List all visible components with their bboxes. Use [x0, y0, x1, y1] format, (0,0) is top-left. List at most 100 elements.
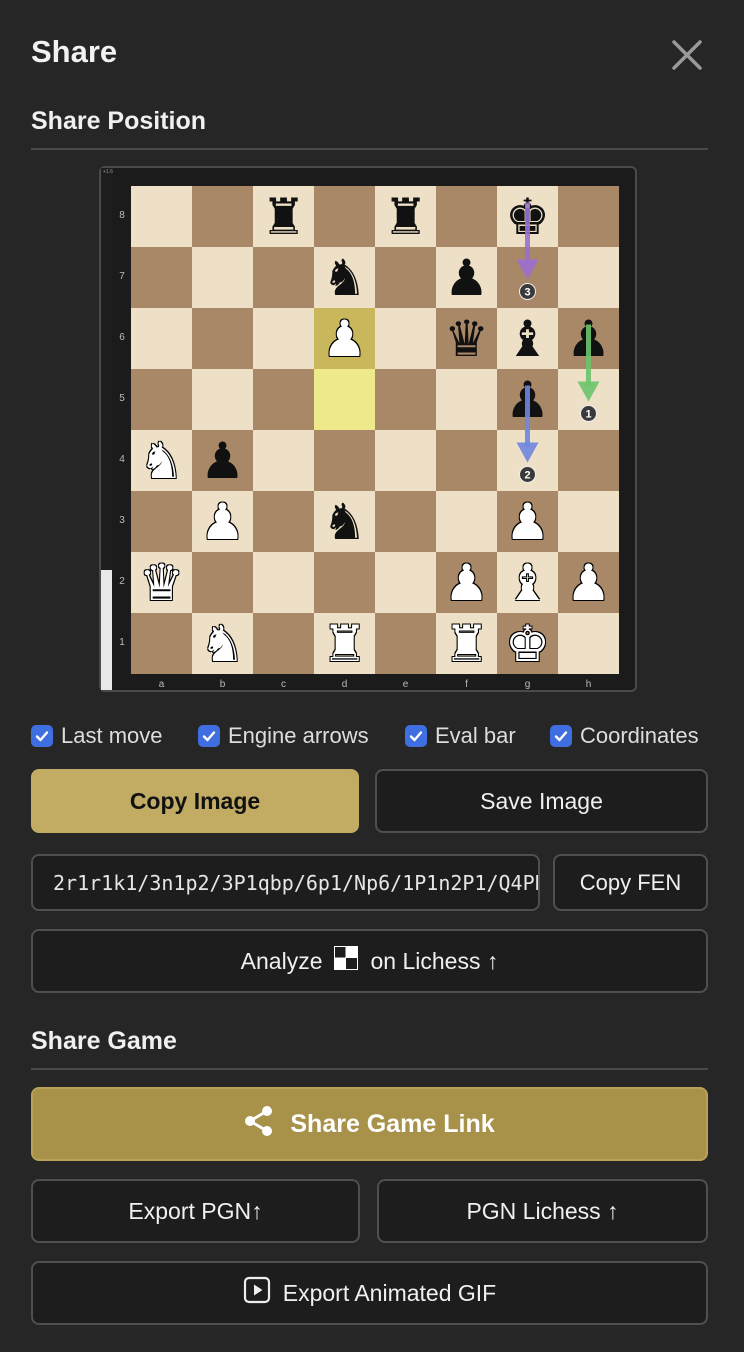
- piece-c8: ♜: [261, 187, 306, 246]
- piece-d7: ♞: [322, 248, 367, 307]
- square-f4: [436, 430, 497, 491]
- square-h5: [558, 369, 619, 430]
- file-label: a: [158, 679, 165, 690]
- checkbox-checked-icon[interactable]: [405, 725, 427, 747]
- panel-title: Share: [31, 34, 118, 69]
- square-e1: [375, 613, 436, 674]
- export-gif-label: Export Animated GIF: [282, 1279, 497, 1306]
- piece-a2: ♛: [139, 553, 184, 612]
- square-a5: [131, 369, 192, 430]
- square-c6: [253, 308, 314, 369]
- piece-h6: ♟: [566, 309, 611, 368]
- option-eval-bar[interactable]: Eval bar: [405, 722, 516, 750]
- square-e2: [375, 552, 436, 613]
- pgn-lichess-button[interactable]: PGN Lichess ↑: [377, 1179, 708, 1243]
- checkbox-checked-icon[interactable]: [550, 725, 572, 747]
- export-pgn-button[interactable]: Export PGN↑: [31, 1179, 360, 1243]
- piece-a4: ♞: [139, 431, 184, 490]
- file-label: d: [341, 679, 348, 690]
- square-g4: [497, 430, 558, 491]
- rank-label: 7: [119, 271, 125, 282]
- square-d5: [314, 369, 375, 430]
- file-label: h: [585, 679, 592, 690]
- share-game-link-button[interactable]: Share Game Link: [31, 1087, 708, 1161]
- close-icon[interactable]: [668, 36, 706, 74]
- option-label: Last move: [61, 723, 163, 748]
- share-game-heading: Share Game: [31, 1027, 177, 1055]
- square-a3: [131, 491, 192, 552]
- piece-f1: ♜: [444, 614, 489, 673]
- option-label: Engine arrows: [228, 723, 369, 748]
- square-b6: [192, 308, 253, 369]
- piece-g8: ♚: [505, 187, 550, 246]
- file-label: e: [402, 679, 409, 690]
- option-label: Eval bar: [435, 723, 516, 748]
- piece-b4: ♟: [200, 431, 245, 490]
- rank-label: 2: [119, 576, 125, 587]
- rank-label: 3: [119, 515, 125, 526]
- square-c7: [253, 247, 314, 308]
- square-b7: [192, 247, 253, 308]
- eval-bar-label: +1.6: [103, 169, 113, 175]
- section-divider: [31, 1068, 708, 1070]
- square-h8: [558, 186, 619, 247]
- square-h1: [558, 613, 619, 674]
- square-a8: [131, 186, 192, 247]
- lichess-label: on Lichess ↑: [370, 947, 499, 974]
- square-h4: [558, 430, 619, 491]
- square-f8: [436, 186, 497, 247]
- square-a7: [131, 247, 192, 308]
- piece-g2: ♝: [505, 553, 550, 612]
- file-label: f: [465, 679, 468, 690]
- share-game-link-label: Share Game Link: [290, 1109, 495, 1138]
- piece-h2: ♟: [566, 553, 611, 612]
- piece-g3: ♟: [505, 492, 550, 551]
- square-e7: [375, 247, 436, 308]
- square-g7: [497, 247, 558, 308]
- square-f5: [436, 369, 497, 430]
- analyze-lichess-button[interactable]: Analyze on Lichess ↑: [31, 929, 708, 993]
- square-h3: [558, 491, 619, 552]
- copy-image-button[interactable]: Copy Image: [31, 769, 359, 833]
- piece-f2: ♟: [444, 553, 489, 612]
- square-e6: [375, 308, 436, 369]
- square-d4: [314, 430, 375, 491]
- square-b5: [192, 369, 253, 430]
- square-e4: [375, 430, 436, 491]
- copy-fen-button[interactable]: Copy FEN: [553, 854, 708, 911]
- piece-d3: ♞: [322, 492, 367, 551]
- piece-b3: ♟: [200, 492, 245, 551]
- option-coordinates[interactable]: Coordinates: [550, 722, 699, 750]
- analyze-label: Analyze: [240, 947, 323, 974]
- export-gif-button[interactable]: Export Animated GIF: [31, 1261, 708, 1325]
- option-label: Coordinates: [580, 723, 699, 748]
- piece-g6: ♝: [505, 309, 550, 368]
- eval-bar-white-fill: [101, 570, 112, 690]
- save-image-button[interactable]: Save Image: [375, 769, 708, 833]
- rank-label: 5: [119, 393, 125, 404]
- play-icon: [243, 1276, 271, 1310]
- square-a6: [131, 308, 192, 369]
- square-h7: [558, 247, 619, 308]
- chess-board: ♜ ♜ ♚ ♞ ♟ ♟ ♛ ♝ ♟ ♟ ♞ ♟ ♟ ♞ ♟ ♛ ♟ ♝ ♟ ♞ ♜ ♜ ♚: [131, 186, 619, 674]
- square-c5: [253, 369, 314, 430]
- square-e5: [375, 369, 436, 430]
- file-label: g: [524, 679, 531, 690]
- file-label: b: [219, 679, 226, 690]
- checkbox-checked-icon[interactable]: [198, 725, 220, 747]
- section-divider: [31, 148, 708, 150]
- piece-f7: ♟: [444, 248, 489, 307]
- piece-d1: ♜: [322, 614, 367, 673]
- rank-label: 1: [119, 637, 125, 648]
- checkbox-checked-icon[interactable]: [31, 725, 53, 747]
- share-icon: [244, 1105, 274, 1144]
- square-d8: [314, 186, 375, 247]
- option-engine-arrows[interactable]: Engine arrows: [198, 722, 369, 750]
- piece-b1: ♞: [200, 614, 245, 673]
- square-f3: [436, 491, 497, 552]
- option-last-move[interactable]: Last move: [31, 722, 163, 750]
- square-c1: [253, 613, 314, 674]
- piece-g5: ♟: [505, 370, 550, 429]
- fen-input[interactable]: [31, 854, 540, 911]
- piece-g1: ♚: [505, 614, 550, 673]
